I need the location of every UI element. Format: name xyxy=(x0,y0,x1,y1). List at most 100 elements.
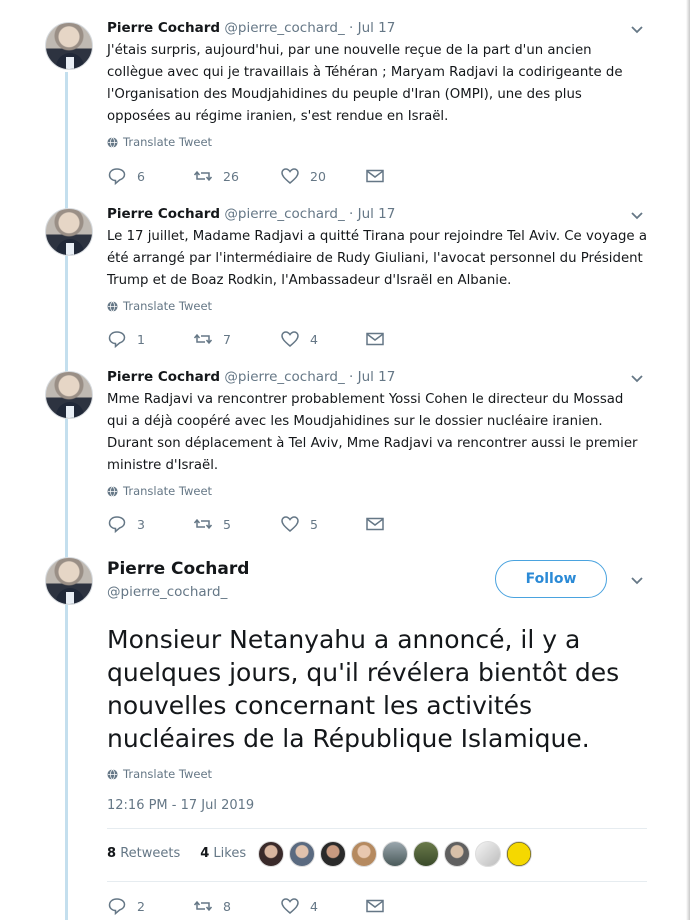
translate-link[interactable]: Translate Tweet xyxy=(107,767,212,781)
reply-icon xyxy=(108,168,126,186)
reply-action[interactable]: 6 xyxy=(107,166,145,186)
retweet-icon xyxy=(193,170,213,182)
retweet-icon xyxy=(193,333,213,345)
heart-icon xyxy=(281,331,299,347)
avatar[interactable] xyxy=(506,841,532,867)
separator: · xyxy=(349,206,358,222)
likes-stat[interactable]: 4 Likes xyxy=(200,846,246,861)
reply-icon xyxy=(108,331,126,349)
chevron-down-icon[interactable] xyxy=(630,208,644,222)
like-action[interactable]: 4 xyxy=(280,329,318,349)
reply-count: 1 xyxy=(137,331,145,347)
author-name[interactable]: Pierre Cochard xyxy=(107,559,249,579)
avatar[interactable] xyxy=(258,841,284,867)
tweet-date[interactable]: Jul 17 xyxy=(358,369,396,385)
tweet-actions: 6 26 20 xyxy=(107,166,407,186)
reply-action[interactable]: 3 xyxy=(107,514,145,534)
focused-tweet: Pierre Cochard @pierre_cochard_ Follow M… xyxy=(0,555,690,920)
separator: · xyxy=(349,20,358,36)
author-name[interactable]: Pierre Cochard xyxy=(107,369,220,385)
heart-icon xyxy=(281,898,299,914)
reply-action[interactable]: 1 xyxy=(107,329,145,349)
avatar[interactable] xyxy=(351,841,377,867)
translate-link[interactable]: Translate Tweet xyxy=(107,299,212,313)
author-handle[interactable]: @pierre_cochard_ xyxy=(224,20,344,36)
envelope-icon xyxy=(366,169,384,183)
translate-label: Translate Tweet xyxy=(123,299,213,313)
chevron-down-icon[interactable] xyxy=(630,573,644,587)
tweet-header: Pierre Cochard @pierre_cochard_ · Jul 17 xyxy=(107,20,395,36)
tweet-timestamp[interactable]: 12:16 PM - 17 Jul 2019 xyxy=(107,798,254,813)
tweet-text: Mme Radjavi va rencontrer probablement Y… xyxy=(107,392,638,473)
author-name[interactable]: Pierre Cochard xyxy=(107,206,220,222)
translate-link[interactable]: Translate Tweet xyxy=(107,135,212,149)
envelope-icon xyxy=(366,517,384,531)
like-count: 4 xyxy=(310,898,318,914)
retweet-action[interactable]: 8 xyxy=(193,896,231,916)
reply-count: 2 xyxy=(137,898,145,914)
globe-icon xyxy=(107,768,118,780)
tweet-actions: 2 8 4 xyxy=(107,896,407,916)
follow-button[interactable]: Follow xyxy=(495,560,607,598)
divider xyxy=(107,881,647,882)
tweet-actions: 1 7 4 xyxy=(107,329,407,349)
envelope-icon xyxy=(366,899,384,913)
author-handle[interactable]: @pierre_cochard_ xyxy=(224,369,344,385)
author-handle[interactable]: @pierre_cochard_ xyxy=(107,584,227,600)
like-count: 5 xyxy=(310,516,318,532)
tweet-date[interactable]: Jul 17 xyxy=(358,20,396,36)
avatar[interactable] xyxy=(45,208,93,256)
avatar[interactable] xyxy=(45,371,93,419)
avatar[interactable] xyxy=(289,841,315,867)
globe-icon xyxy=(107,485,118,497)
avatar[interactable] xyxy=(320,841,346,867)
retweet-action[interactable]: 5 xyxy=(193,514,231,534)
retweets-label: Retweets xyxy=(120,846,181,861)
tweet-text: Le 17 juillet, Madame Radjavi a quitté T… xyxy=(107,229,647,288)
chevron-down-icon[interactable] xyxy=(630,371,644,385)
like-action[interactable]: 4 xyxy=(280,896,318,916)
retweets-count: 8 xyxy=(107,846,117,861)
avatar[interactable] xyxy=(444,841,470,867)
retweet-count: 8 xyxy=(223,898,231,914)
heart-icon xyxy=(281,516,299,532)
avatar[interactable] xyxy=(475,841,501,867)
retweets-stat[interactable]: 8 Retweets xyxy=(107,846,180,861)
message-action[interactable] xyxy=(365,514,385,534)
avatar[interactable] xyxy=(413,841,439,867)
heart-icon xyxy=(281,168,299,184)
like-action[interactable]: 20 xyxy=(280,166,326,186)
message-action[interactable] xyxy=(365,896,385,916)
tweet-text: J'étais surpris, aujourd'hui, par une no… xyxy=(107,43,623,124)
tweet[interactable]: Pierre Cochard @pierre_cochard_ · Jul 17… xyxy=(0,369,690,539)
retweet-icon xyxy=(193,900,213,912)
tweet-actions: 3 5 5 xyxy=(107,514,407,534)
retweet-count: 5 xyxy=(223,516,231,532)
reply-action[interactable]: 2 xyxy=(107,896,145,916)
separator: · xyxy=(349,369,358,385)
avatar[interactable] xyxy=(45,557,93,605)
retweet-count: 7 xyxy=(223,331,231,347)
globe-icon xyxy=(107,300,118,312)
author-name[interactable]: Pierre Cochard xyxy=(107,20,220,36)
engagement-stats: 8 Retweets 4 Likes xyxy=(107,846,246,861)
author-handle[interactable]: @pierre_cochard_ xyxy=(224,206,344,222)
chevron-down-icon[interactable] xyxy=(630,22,644,36)
avatar[interactable] xyxy=(382,841,408,867)
retweet-count: 26 xyxy=(223,168,239,184)
likes-label: Likes xyxy=(213,846,247,861)
envelope-icon xyxy=(366,332,384,346)
retweet-action[interactable]: 26 xyxy=(193,166,239,186)
retweet-icon xyxy=(193,518,213,530)
message-action[interactable] xyxy=(365,166,385,186)
avatar[interactable] xyxy=(45,22,93,70)
translate-link[interactable]: Translate Tweet xyxy=(107,484,212,498)
tweet[interactable]: Pierre Cochard @pierre_cochard_ · Jul 17… xyxy=(0,20,690,190)
tweet-date[interactable]: Jul 17 xyxy=(358,206,396,222)
retweet-action[interactable]: 7 xyxy=(193,329,231,349)
tweet[interactable]: Pierre Cochard @pierre_cochard_ · Jul 17… xyxy=(0,206,690,356)
like-action[interactable]: 5 xyxy=(280,514,318,534)
window-edge xyxy=(686,0,690,920)
like-count: 4 xyxy=(310,331,318,347)
message-action[interactable] xyxy=(365,329,385,349)
